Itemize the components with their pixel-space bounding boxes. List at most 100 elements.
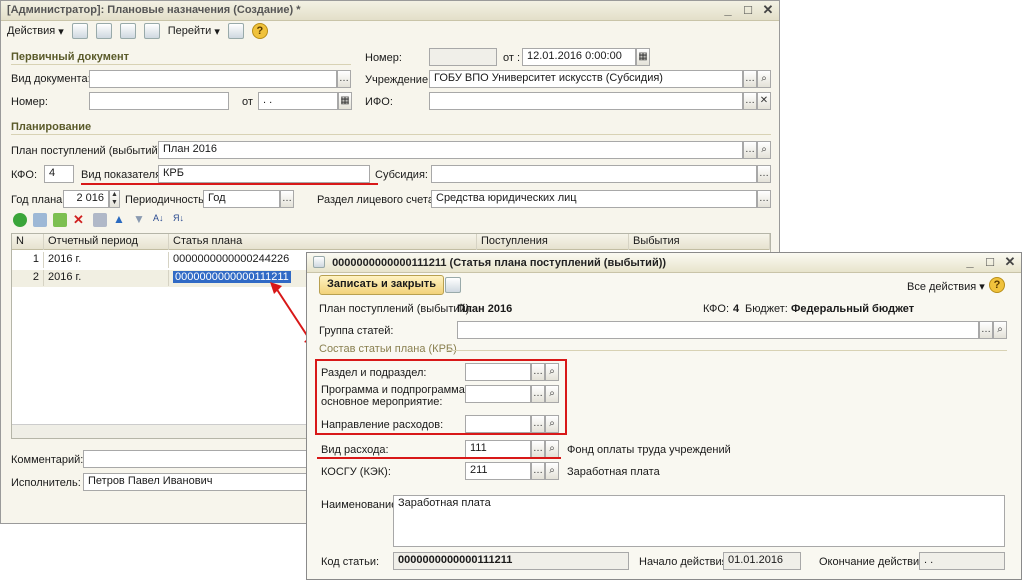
code-label: Код статьи: — [321, 556, 380, 568]
structure-icon[interactable] — [143, 23, 160, 39]
all-actions-label: Все действия — [907, 281, 977, 293]
plan-field[interactable]: План 2016 — [158, 141, 743, 159]
calendar-icon[interactable]: ▦ — [636, 48, 650, 66]
end-edit-icon[interactable] — [93, 213, 107, 227]
expense-select-button[interactable]: … — [531, 440, 545, 458]
executor-field[interactable]: Петров Павел Иванович — [83, 473, 307, 491]
num-label: Номер: — [365, 52, 402, 64]
post-icon[interactable] — [71, 23, 88, 39]
save-icon[interactable] — [445, 277, 461, 293]
end-date-field[interactable]: . . — [919, 552, 1005, 570]
table-toolbar: ✕ ▲ ▼ A↓ Я↓ — [13, 213, 187, 227]
copy-row-icon[interactable] — [33, 213, 47, 227]
save-icon[interactable] — [95, 23, 112, 39]
plan-select-button[interactable]: … — [743, 141, 757, 159]
program-label-line2: основное мероприятие: — [321, 396, 443, 408]
kosgu-field[interactable]: 211 — [465, 462, 531, 480]
section-select-button[interactable]: … — [531, 363, 545, 381]
close-icon[interactable]: ✕ — [761, 3, 775, 17]
row-article: 0000000000000244226 — [169, 252, 319, 268]
add-row-icon[interactable] — [13, 213, 27, 227]
help-icon[interactable]: ? — [251, 23, 268, 39]
period-field[interactable]: Год — [203, 190, 280, 208]
section-field[interactable] — [465, 363, 531, 381]
ot-label: от : — [503, 52, 521, 64]
column-header-article[interactable]: Статья плана — [169, 234, 477, 250]
doc-type-field[interactable] — [89, 70, 337, 88]
ifo-select-button[interactable]: … — [743, 92, 757, 110]
go-menu[interactable]: Перейти ▾ — [168, 25, 220, 38]
year-spinner[interactable]: ▲ ▼ — [109, 190, 120, 208]
subsidy-field[interactable] — [431, 165, 757, 183]
search-icon[interactable]: ⌕ — [545, 385, 559, 403]
delete-row-icon[interactable]: ✕ — [73, 213, 87, 227]
column-header-period[interactable]: Отчетный период — [44, 234, 169, 250]
actions-menu[interactable]: Действия ▾ — [7, 25, 64, 38]
move-down-icon[interactable]: ▼ — [133, 213, 147, 227]
ifo-field[interactable] — [429, 92, 743, 110]
search-icon[interactable]: ⌕ — [545, 415, 559, 433]
doc-date-field[interactable]: 12.01.2016 0:00:00 — [522, 48, 636, 66]
start-date-label: Начало действия: — [639, 556, 731, 568]
group-field[interactable] — [457, 321, 979, 339]
name-field[interactable]: Заработная плата — [393, 495, 1005, 547]
all-actions-menu[interactable]: Все действия ▾ — [907, 280, 985, 293]
column-header-income[interactable]: Поступления — [477, 234, 629, 250]
account-field[interactable]: Средства юридических лиц — [431, 190, 757, 208]
article-dialog: 0000000000000111211 (Статья плана поступ… — [306, 252, 1022, 580]
comment-field[interactable] — [83, 450, 307, 468]
direction-label: Направление расходов: — [321, 419, 444, 431]
plan-value: План 2016 — [457, 303, 513, 315]
expense-type-field[interactable]: 111 — [465, 440, 531, 458]
direction-field[interactable] — [465, 415, 531, 433]
from-date-field[interactable]: . . — [258, 92, 338, 110]
num-field[interactable] — [429, 48, 497, 66]
search-icon[interactable]: ⌕ — [993, 321, 1007, 339]
year-field[interactable]: 2 016 — [63, 190, 109, 208]
program-field[interactable] — [465, 385, 531, 403]
print-icon[interactable] — [119, 23, 136, 39]
start-date-field[interactable]: 01.01.2016 — [723, 552, 801, 570]
institution-select-button[interactable]: … — [743, 70, 757, 88]
close-icon[interactable]: ✕ — [1003, 255, 1017, 269]
sort-asc-icon[interactable]: A↓ — [153, 213, 167, 227]
program-select-button[interactable]: … — [531, 385, 545, 403]
maximize-icon[interactable]: □ — [983, 255, 997, 269]
search-icon[interactable]: ⌕ — [757, 141, 771, 159]
subsidy-label: Субсидия: — [375, 169, 428, 181]
search-icon[interactable]: ⌕ — [545, 363, 559, 381]
column-header-n[interactable]: N — [12, 234, 44, 250]
search-icon[interactable]: ⌕ — [757, 70, 771, 88]
kfo-field[interactable]: 4 — [44, 165, 74, 183]
number-field[interactable] — [89, 92, 229, 110]
maximize-icon[interactable]: □ — [741, 3, 755, 17]
account-select-button[interactable]: … — [757, 190, 771, 208]
kosgu-select-button[interactable]: … — [531, 462, 545, 480]
help-icon[interactable]: ? — [989, 277, 1005, 293]
move-up-icon[interactable]: ▲ — [113, 213, 127, 227]
clear-icon[interactable]: ✕ — [757, 92, 771, 110]
minimize-icon[interactable]: _ — [721, 3, 735, 17]
spellcheck-icon[interactable] — [227, 23, 244, 39]
edit-row-icon[interactable] — [53, 213, 67, 227]
subsidy-select-button[interactable]: … — [757, 165, 771, 183]
doc-type-select-button[interactable]: … — [337, 70, 351, 88]
direction-select-button[interactable]: … — [531, 415, 545, 433]
main-window-titlebar: [Администратор]: Плановые назначения (Со… — [1, 1, 779, 21]
actions-label: Действия — [7, 25, 56, 37]
executor-label: Исполнитель: — [11, 477, 81, 489]
calendar-icon[interactable]: ▦ — [338, 92, 352, 110]
minimize-icon[interactable]: _ — [963, 255, 977, 269]
account-label: Раздел лицевого счета: — [317, 194, 438, 206]
institution-field[interactable]: ГОБУ ВПО Университет искусств (Субсидия) — [429, 70, 743, 88]
indicator-field[interactable]: КРБ — [158, 165, 370, 183]
search-icon[interactable]: ⌕ — [545, 462, 559, 480]
column-header-expense[interactable]: Выбытия — [629, 234, 770, 250]
comment-label: Комментарий: — [11, 454, 84, 466]
period-select-button[interactable]: … — [280, 190, 294, 208]
sort-desc-icon[interactable]: Я↓ — [173, 213, 187, 227]
group-select-button[interactable]: … — [979, 321, 993, 339]
row-period: 2016 г. — [44, 252, 169, 268]
search-icon[interactable]: ⌕ — [545, 440, 559, 458]
save-and-close-button[interactable]: Записать и закрыть — [319, 275, 445, 295]
